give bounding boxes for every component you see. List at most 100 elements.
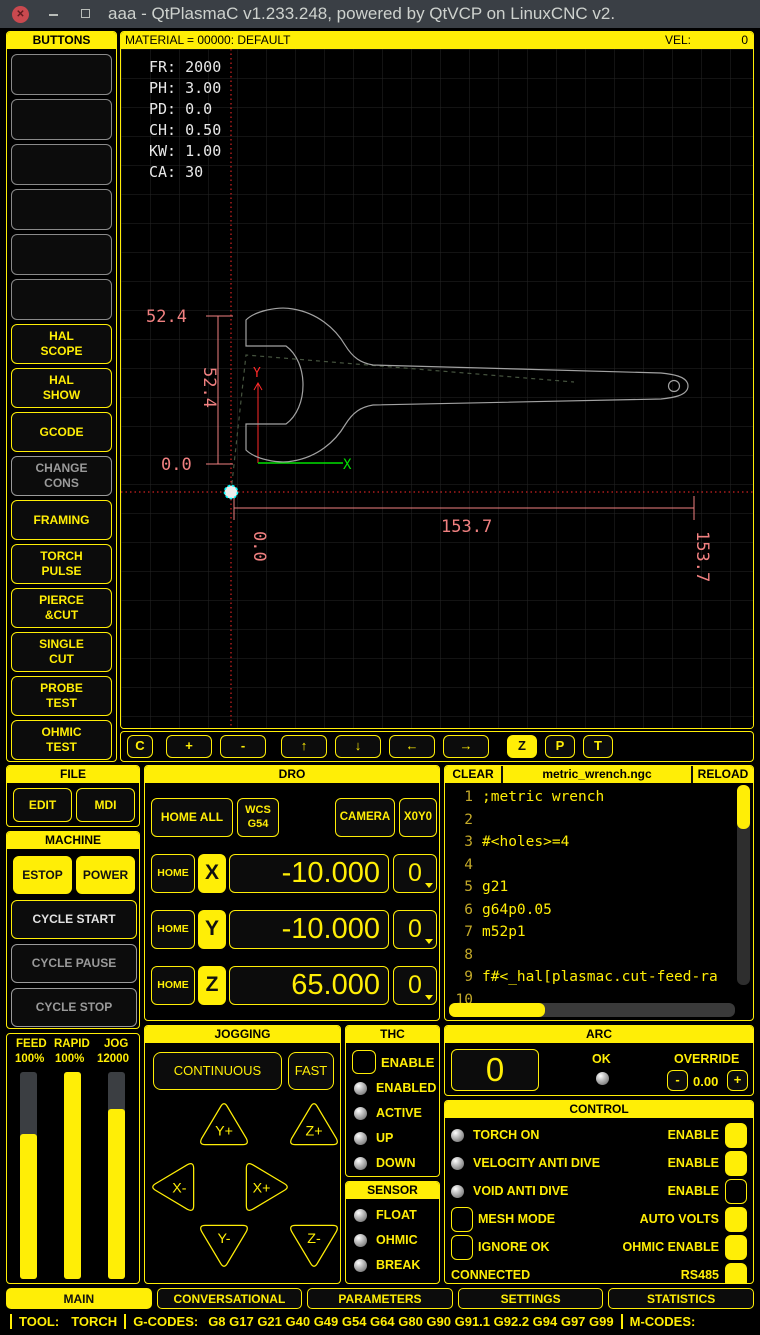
jog-z-plus-button[interactable]: Z+	[285, 1100, 341, 1150]
jog-y-plus-button[interactable]: Y+	[195, 1100, 253, 1150]
wcs-button[interactable]: WCS G54	[237, 798, 279, 837]
svg-text:X-: X-	[172, 1180, 187, 1196]
feed-value: 100%	[15, 1053, 44, 1065]
ohmic-enable-checkbox[interactable]	[725, 1235, 747, 1260]
gcode-line: 9f#<_hal[plasmac.cut-feed-ra	[449, 966, 753, 989]
jog-z-minus-button[interactable]: Z-	[285, 1220, 341, 1270]
zero-x-button[interactable]: 0	[393, 854, 437, 893]
user-button-3[interactable]	[11, 144, 112, 185]
velocity-anti-dive-checkbox[interactable]	[725, 1151, 747, 1176]
torch-enable-checkbox[interactable]	[725, 1123, 747, 1148]
tab-parameters[interactable]: PARAMETERS	[307, 1288, 453, 1309]
camera-button[interactable]: CAMERA	[335, 798, 395, 837]
void-anti-dive-checkbox[interactable]	[725, 1179, 747, 1204]
view-p-button[interactable]: P	[545, 735, 575, 758]
dro-panel: DRO HOME ALL WCS G54 CAMERA X0Y0 HOME X …	[144, 765, 440, 1021]
user-button-4[interactable]	[11, 189, 112, 230]
home-y-button[interactable]: HOME	[151, 910, 195, 949]
axis-x-select[interactable]: X	[198, 854, 226, 893]
ohmic-test-button[interactable]: OHMIC TEST	[11, 720, 112, 760]
override-minus-button[interactable]: -	[667, 1070, 688, 1091]
framing-button[interactable]: FRAMING	[11, 500, 112, 540]
user-button-6[interactable]	[11, 279, 112, 320]
jog-fast-button[interactable]: FAST	[288, 1052, 334, 1090]
tab-main[interactable]: MAIN	[6, 1288, 152, 1309]
home-x-button[interactable]: HOME	[151, 854, 195, 893]
tab-statistics[interactable]: STATISTICS	[608, 1288, 754, 1309]
pan-down-button[interactable]: ↓	[335, 735, 381, 758]
jog-y-minus-button[interactable]: Y-	[195, 1220, 253, 1270]
pan-up-button[interactable]: ↑	[281, 735, 327, 758]
gcode-preview-canvas[interactable]: FR: 2000 PH: 3.00 PD: 0.0 CH: 0.50 KW: 1…	[121, 49, 753, 728]
tab-conversational[interactable]: CONVERSATIONAL	[157, 1288, 303, 1309]
material-label[interactable]: MATERIAL = 00000: DEFAULT	[125, 32, 291, 49]
void-anti-dive-enable-label: ENABLE	[668, 1184, 719, 1198]
minimize-icon[interactable]	[49, 14, 58, 16]
pierce-cut-button[interactable]: PIERCE &CUT	[11, 588, 112, 628]
axis-y-select[interactable]: Y	[198, 910, 226, 949]
cycle-start-button[interactable]: CYCLE START	[11, 900, 137, 939]
dro-y-value: -10.000	[229, 910, 389, 949]
auto-volts-checkbox[interactable]	[725, 1207, 747, 1232]
jog-x-plus-button[interactable]: X+	[241, 1158, 291, 1216]
probe-test-button[interactable]: PROBE TEST	[11, 676, 112, 716]
buttons-panel-title: BUTTONS	[7, 32, 116, 49]
mdi-button[interactable]: MDI	[76, 788, 135, 822]
close-icon[interactable]: ✕	[12, 6, 29, 23]
gcode-vscroll-thumb[interactable]	[737, 785, 750, 829]
home-z-button[interactable]: HOME	[151, 966, 195, 1005]
gcodes-label: G-CODES:	[133, 1314, 198, 1329]
statusbar-divider	[621, 1314, 623, 1329]
dim-x-max: 153.7	[692, 531, 712, 582]
rapid-override-slider[interactable]	[64, 1072, 81, 1279]
estop-button[interactable]: ESTOP	[13, 856, 72, 894]
thc-enable-checkbox[interactable]	[352, 1050, 376, 1074]
x0y0-button[interactable]: X0Y0	[399, 798, 437, 837]
zoom-in-button[interactable]: +	[166, 735, 212, 758]
gcode-line: 6g64p0.05	[449, 899, 753, 922]
rs485-label: RS485	[681, 1268, 719, 1282]
clear-plot-button[interactable]: C	[127, 735, 153, 758]
pan-right-button[interactable]: →	[443, 735, 489, 758]
gcode-hscroll-thumb[interactable]	[449, 1003, 545, 1017]
loaded-filename[interactable]: metric_wrench.ngc	[503, 766, 691, 783]
user-button-1[interactable]	[11, 54, 112, 95]
axis-z-select[interactable]: Z	[198, 966, 226, 1005]
pan-left-button[interactable]: ←	[389, 735, 435, 758]
override-label: OVERRIDE	[674, 1052, 739, 1066]
clear-file-button[interactable]: CLEAR	[445, 766, 503, 783]
jog-x-minus-button[interactable]: X-	[149, 1158, 199, 1216]
maximize-icon[interactable]	[81, 9, 90, 18]
mesh-mode-checkbox[interactable]	[451, 1207, 473, 1232]
thc-down-led	[354, 1157, 367, 1170]
gcode-text-view[interactable]: 1;metric wrench 2 3#<holes>=4 4 5g21 6g6…	[445, 783, 753, 1020]
statusbar-divider	[10, 1314, 12, 1329]
zero-y-button[interactable]: 0	[393, 910, 437, 949]
hal-scope-button[interactable]: HAL SCOPE	[11, 324, 112, 364]
single-cut-button[interactable]: SINGLE CUT	[11, 632, 112, 672]
gcode-button[interactable]: GCODE	[11, 412, 112, 452]
home-all-button[interactable]: HOME ALL	[151, 798, 233, 837]
zoom-out-button[interactable]: -	[220, 735, 266, 758]
edit-button[interactable]: EDIT	[13, 788, 72, 822]
jog-rate-slider[interactable]	[108, 1072, 125, 1279]
user-button-5[interactable]	[11, 234, 112, 275]
view-z-button[interactable]: Z	[507, 735, 537, 758]
thc-up-led	[354, 1132, 367, 1145]
feed-override-slider[interactable]	[20, 1072, 37, 1279]
hal-show-button[interactable]: HAL SHOW	[11, 368, 112, 408]
view-t-button[interactable]: T	[583, 735, 613, 758]
tab-settings[interactable]: SETTINGS	[458, 1288, 604, 1309]
power-button[interactable]: POWER	[76, 856, 135, 894]
jog-continuous-button[interactable]: CONTINUOUS	[153, 1052, 282, 1090]
torch-pulse-button[interactable]: TORCH PULSE	[11, 544, 112, 584]
ignore-ok-checkbox[interactable]	[451, 1235, 473, 1260]
gcode-hscrollbar[interactable]	[449, 1003, 735, 1017]
override-plus-button[interactable]: +	[727, 1070, 748, 1091]
zero-z-button[interactable]: 0	[393, 966, 437, 1005]
user-button-2[interactable]	[11, 99, 112, 140]
reload-file-button[interactable]: RELOAD	[691, 766, 753, 783]
gcode-line: 7m52p1	[449, 921, 753, 944]
rs485-checkbox[interactable]	[725, 1263, 747, 1285]
gcode-vscrollbar[interactable]	[737, 785, 750, 985]
